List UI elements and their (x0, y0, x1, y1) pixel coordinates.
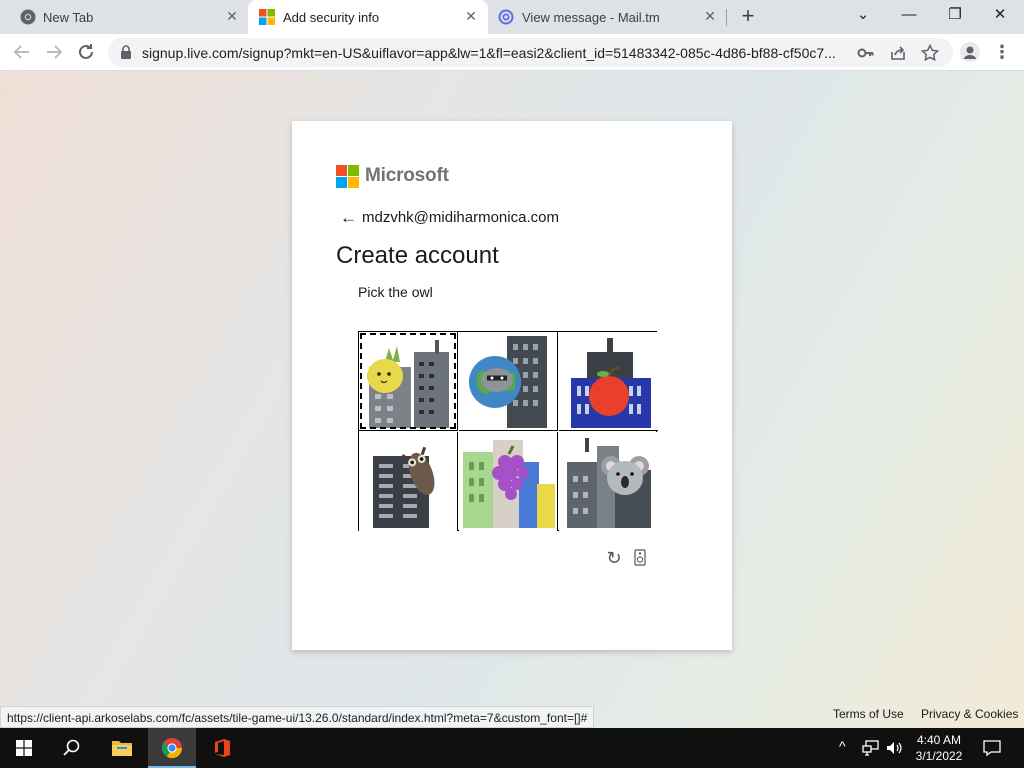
tab-search-button[interactable]: ⌄ (848, 3, 878, 27)
bookmark-star-icon[interactable] (920, 43, 940, 63)
tab-title: Add security info (283, 10, 380, 25)
minimize-button[interactable]: — (894, 3, 924, 27)
key-icon[interactable] (856, 43, 876, 63)
captcha-tile-owl[interactable] (359, 432, 458, 531)
tab-separator (726, 9, 727, 26)
chrome-taskbar-button[interactable] (148, 728, 196, 768)
close-icon[interactable]: ✕ (224, 8, 240, 25)
windows-logo-icon (16, 740, 32, 756)
owl-building-image (373, 446, 435, 528)
captcha-tile-raccoon[interactable] (459, 332, 558, 431)
page-background: Microsoft ← mdzvhk@midiharmonica.com Cre… (0, 71, 1024, 728)
raccoon-building-image (469, 336, 547, 428)
profile-avatar-icon[interactable] (960, 42, 980, 62)
captcha-tile-apple[interactable] (559, 332, 658, 431)
start-button[interactable] (0, 728, 48, 768)
share-icon[interactable] (888, 43, 908, 63)
url-text: signup.live.com/signup?mkt=en-US&uiflavo… (142, 45, 836, 61)
arrow-left-icon (13, 45, 29, 59)
clock-date: 3/1/2022 (915, 749, 963, 763)
microsoft-icon (259, 9, 275, 25)
back-button[interactable] (10, 40, 34, 64)
tab-new-tab[interactable]: New Tab ✕ (0, 0, 248, 34)
tab-strip: New Tab ✕ Add security info ✕ View messa… (0, 0, 1024, 34)
tab-title: View message - Mail.tm (522, 10, 660, 25)
forward-button[interactable] (42, 40, 66, 64)
audio-challenge-icon[interactable] (634, 549, 646, 566)
close-icon[interactable]: ✕ (463, 8, 479, 25)
terms-of-use-link[interactable]: Terms of Use (833, 707, 904, 721)
browser-toolbar: signup.live.com/signup?mkt=en-US&uiflavo… (0, 34, 1024, 71)
restore-button[interactable]: ❐ (940, 3, 970, 27)
windows-taskbar: ^ 4:40 AM 3/1/2022 (0, 728, 1024, 768)
mail-tm-icon (498, 9, 514, 25)
clock-time: 4:40 AM (916, 733, 962, 747)
chevron-up-icon[interactable]: ^ (839, 738, 846, 754)
grapes-building-image (463, 440, 555, 528)
office-icon (215, 739, 230, 757)
microsoft-wordmark: Microsoft (365, 165, 449, 186)
pineapple-building-image (367, 340, 449, 428)
captcha-prompt: Pick the owl (358, 284, 433, 300)
notifications-icon[interactable] (983, 739, 1001, 757)
search-icon (63, 739, 80, 756)
file-explorer-button[interactable] (98, 728, 146, 768)
koala-building-image (567, 438, 651, 528)
reload-icon (79, 44, 93, 59)
account-email: mdzvhk@midiharmonica.com (362, 209, 559, 226)
window-close-button[interactable]: ✕ (985, 3, 1015, 27)
chrome-icon (161, 738, 183, 759)
tab-add-security-info[interactable]: Add security info ✕ (248, 0, 488, 34)
page-title: Create account (336, 242, 499, 269)
captcha-tile-koala[interactable] (559, 432, 658, 531)
signup-card: Microsoft ← mdzvhk@midiharmonica.com Cre… (292, 121, 732, 650)
search-button[interactable] (48, 728, 96, 768)
tab-mail-tm[interactable]: View message - Mail.tm ✕ (488, 0, 728, 34)
back-arrow-icon[interactable]: ← (340, 208, 357, 228)
chrome-icon (20, 9, 36, 25)
address-bar[interactable]: signup.live.com/signup?mkt=en-US&uiflavo… (108, 38, 953, 67)
privacy-cookies-link[interactable]: Privacy & Cookies (921, 707, 1018, 721)
microsoft-logo-icon (336, 165, 359, 188)
apple-building-image (571, 338, 651, 428)
captcha-tile-grapes[interactable] (459, 432, 558, 531)
lock-icon (121, 45, 131, 59)
close-icon[interactable]: ✕ (702, 8, 718, 25)
browser-menu-icon[interactable]: ⋮ (992, 41, 1012, 63)
captcha-tile-pineapple[interactable] (359, 332, 458, 431)
status-bar-url: https://client-api.arkoselabs.com/fc/ass… (0, 706, 595, 728)
captcha-reload-icon[interactable]: ↻ (604, 548, 624, 568)
network-icon[interactable] (862, 740, 880, 756)
tab-title: New Tab (43, 10, 94, 25)
volume-icon[interactable] (886, 740, 904, 756)
office-button[interactable] (198, 728, 246, 768)
reload-button[interactable] (74, 40, 98, 64)
system-clock[interactable]: 4:40 AM 3/1/2022 (906, 732, 972, 764)
new-tab-button[interactable]: + (736, 5, 760, 29)
folder-icon (112, 741, 132, 756)
captcha-grid (358, 331, 658, 531)
arrow-right-icon (47, 45, 63, 59)
